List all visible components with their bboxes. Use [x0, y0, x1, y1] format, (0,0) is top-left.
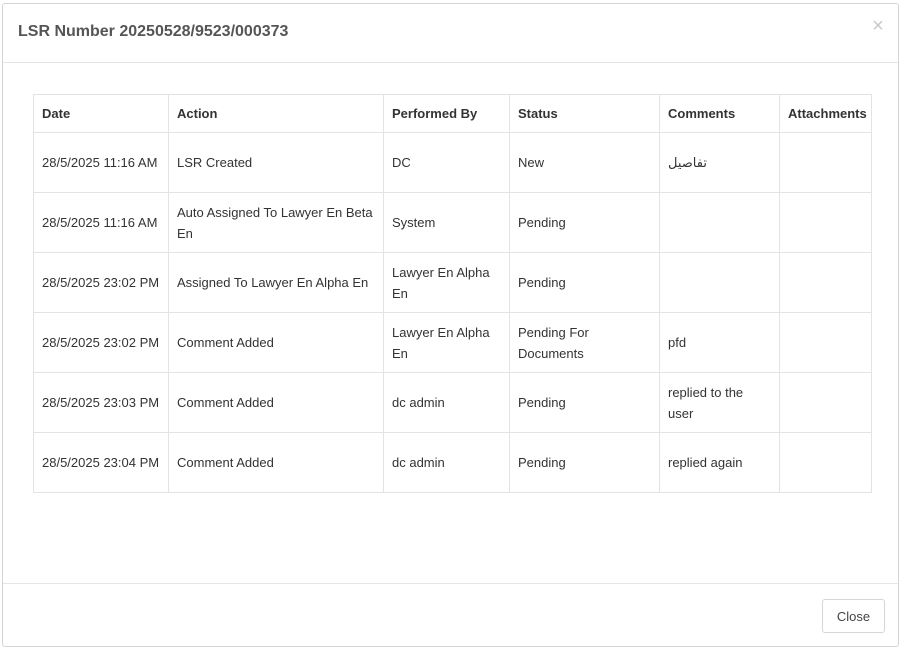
cell-comments: replied again: [659, 432, 780, 493]
cell-performed-by: dc admin: [383, 372, 510, 433]
cell-action: Assigned To Lawyer En Alpha En: [168, 252, 384, 313]
column-header-action: Action: [168, 94, 384, 133]
cell-action: LSR Created: [168, 132, 384, 193]
table-header-row: Date Action Performed By Status Comments…: [33, 94, 872, 133]
table-row: 28/5/2025 23:04 PM Comment Added dc admi…: [33, 432, 872, 493]
lsr-history-dialog: LSR Number 20250528/9523/000373 × Date A…: [2, 3, 899, 647]
cell-performed-by: DC: [383, 132, 510, 193]
cell-date: 28/5/2025 23:02 PM: [33, 312, 169, 373]
comment-text: تفاصيل: [668, 155, 707, 170]
close-icon[interactable]: ×: [870, 16, 886, 36]
cell-status: Pending: [509, 432, 660, 493]
cell-date: 28/5/2025 23:03 PM: [33, 372, 169, 433]
cell-comments: pfd: [659, 312, 780, 373]
modal-body: Date Action Performed By Status Comments…: [3, 63, 898, 583]
table-row: 28/5/2025 23:02 PM Comment Added Lawyer …: [33, 312, 872, 373]
cell-attachments: [779, 132, 872, 193]
table-row: 28/5/2025 23:03 PM Comment Added dc admi…: [33, 372, 872, 433]
cell-date: 28/5/2025 11:16 AM: [33, 132, 169, 193]
cell-date: 28/5/2025 23:02 PM: [33, 252, 169, 313]
column-header-comments: Comments: [659, 94, 780, 133]
column-header-status: Status: [509, 94, 660, 133]
column-header-attachments: Attachments: [779, 94, 872, 133]
close-button[interactable]: Close: [822, 599, 885, 633]
table-row: 28/5/2025 11:16 AM Auto Assigned To Lawy…: [33, 192, 872, 253]
cell-attachments: [779, 312, 872, 373]
cell-attachments: [779, 432, 872, 493]
cell-action: Comment Added: [168, 312, 384, 373]
cell-comments: [659, 252, 780, 313]
cell-status: Pending: [509, 252, 660, 313]
cell-attachments: [779, 252, 872, 313]
history-table: Date Action Performed By Status Comments…: [33, 94, 872, 493]
cell-action: Auto Assigned To Lawyer En Beta En: [168, 192, 384, 253]
column-header-performed-by: Performed By: [383, 94, 510, 133]
cell-performed-by: System: [383, 192, 510, 253]
modal-header: LSR Number 20250528/9523/000373 ×: [3, 4, 898, 63]
cell-date: 28/5/2025 11:16 AM: [33, 192, 169, 253]
table-row: 28/5/2025 11:16 AM LSR Created DC New تف…: [33, 132, 872, 193]
table-row: 28/5/2025 23:02 PM Assigned To Lawyer En…: [33, 252, 872, 313]
cell-comments: [659, 192, 780, 253]
cell-status: Pending: [509, 372, 660, 433]
cell-status: Pending For Documents: [509, 312, 660, 373]
cell-attachments: [779, 192, 872, 253]
cell-attachments: [779, 372, 872, 433]
cell-action: Comment Added: [168, 432, 384, 493]
cell-action: Comment Added: [168, 372, 384, 433]
cell-performed-by: dc admin: [383, 432, 510, 493]
modal-footer: Close: [3, 583, 898, 646]
cell-comments: replied to the user: [659, 372, 780, 433]
cell-date: 28/5/2025 23:04 PM: [33, 432, 169, 493]
cell-comments: تفاصيل: [659, 132, 780, 193]
cell-performed-by: Lawyer En Alpha En: [383, 252, 510, 313]
cell-status: New: [509, 132, 660, 193]
cell-performed-by: Lawyer En Alpha En: [383, 312, 510, 373]
modal-title: LSR Number 20250528/9523/000373: [18, 23, 289, 40]
column-header-date: Date: [33, 94, 169, 133]
cell-status: Pending: [509, 192, 660, 253]
